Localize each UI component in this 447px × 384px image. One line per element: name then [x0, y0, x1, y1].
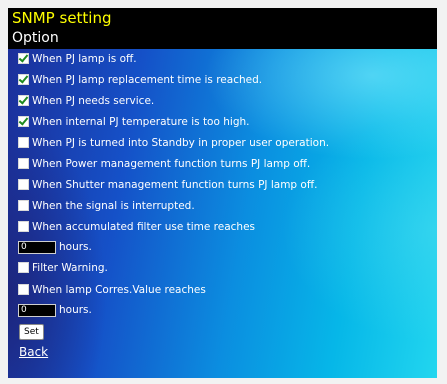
- option-label: When Power management function turns PJ …: [32, 157, 311, 170]
- checkbox[interactable]: [18, 158, 29, 169]
- option-row-power-management[interactable]: When Power management function turns PJ …: [18, 155, 310, 172]
- option-row-shutter-management[interactable]: When Shutter management function turns P…: [18, 176, 317, 193]
- option-label: When PJ lamp replacement time is reached…: [32, 73, 263, 86]
- checkbox[interactable]: [18, 137, 29, 148]
- checkbox[interactable]: [18, 179, 29, 190]
- page-subtitle: Option: [12, 30, 59, 46]
- checkbox[interactable]: [18, 116, 29, 127]
- option-row-standby[interactable]: When PJ is turned into Standby in proper…: [18, 134, 329, 151]
- checkbox[interactable]: [18, 200, 29, 211]
- option-label: Filter Warning.: [32, 261, 108, 274]
- snmp-window: SNMP setting Option When PJ lamp is off.…: [8, 8, 437, 378]
- back-link[interactable]: Back: [19, 345, 48, 359]
- option-row-filter-warning[interactable]: Filter Warning.: [18, 259, 108, 276]
- lamp-hours-row: hours.: [18, 303, 92, 317]
- options-panel: When PJ lamp is off. When PJ lamp replac…: [8, 49, 437, 378]
- hours-unit: hours.: [59, 241, 92, 253]
- page-title: SNMP setting: [12, 9, 112, 27]
- option-label: When lamp Corres.Value reaches: [32, 283, 206, 296]
- option-label: When PJ lamp is off.: [32, 52, 137, 65]
- option-label: When accumulated filter use time reaches: [32, 220, 256, 233]
- filter-hours-input[interactable]: [18, 240, 56, 254]
- option-row-lamp-replacement[interactable]: When PJ lamp replacement time is reached…: [18, 71, 262, 88]
- option-label: When Shutter management function turns P…: [32, 178, 318, 191]
- checkbox[interactable]: [18, 221, 29, 232]
- option-label: When the signal is interrupted.: [32, 199, 195, 212]
- set-button[interactable]: Set: [19, 324, 44, 340]
- option-label: When internal PJ temperature is too high…: [32, 115, 250, 128]
- checkbox[interactable]: [18, 284, 29, 295]
- lamp-hours-input[interactable]: [18, 303, 56, 317]
- option-row-lamp-off[interactable]: When PJ lamp is off.: [18, 50, 137, 67]
- option-row-needs-service[interactable]: When PJ needs service.: [18, 92, 154, 109]
- option-row-filter-time[interactable]: When accumulated filter use time reaches: [18, 218, 255, 235]
- option-row-signal-interrupted[interactable]: When the signal is interrupted.: [18, 197, 195, 214]
- option-row-temperature[interactable]: When internal PJ temperature is too high…: [18, 113, 249, 130]
- checkbox[interactable]: [18, 95, 29, 106]
- header: SNMP setting Option: [8, 8, 437, 49]
- option-row-lamp-corres[interactable]: When lamp Corres.Value reaches: [18, 281, 206, 298]
- option-label: When PJ needs service.: [32, 94, 155, 107]
- checkbox[interactable]: [18, 74, 29, 85]
- option-label: When PJ is turned into Standby in proper…: [32, 136, 330, 149]
- hours-unit: hours.: [59, 304, 92, 316]
- filter-hours-row: hours.: [18, 240, 92, 254]
- checkbox[interactable]: [18, 53, 29, 64]
- checkbox[interactable]: [18, 262, 29, 273]
